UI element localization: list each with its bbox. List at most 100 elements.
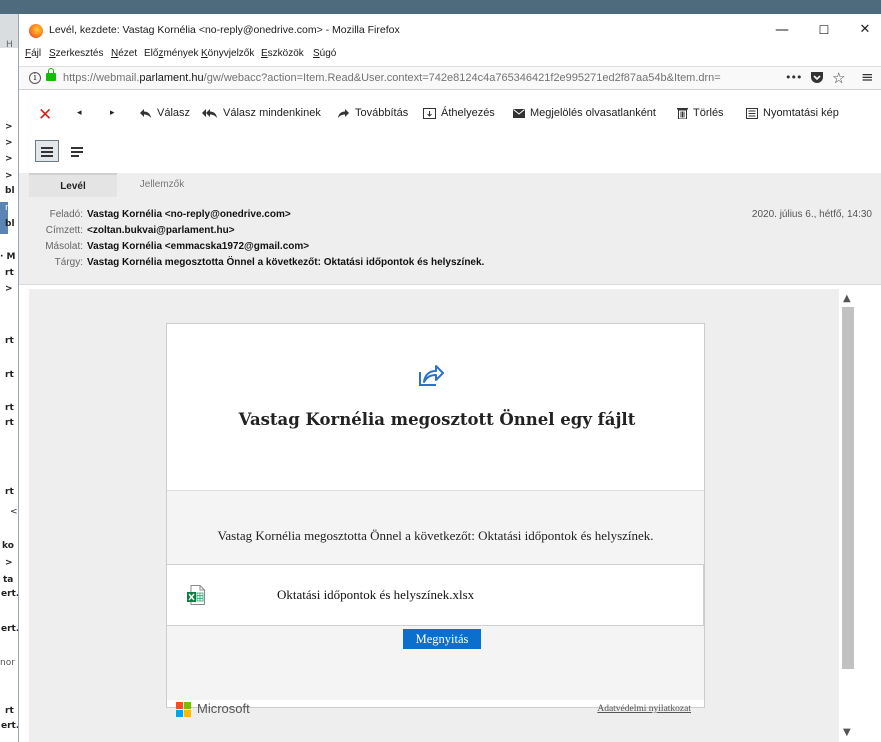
share-icon: [419, 365, 444, 386]
reply-label: Válasz: [157, 107, 191, 119]
url-bar[interactable]: i https://webmail.parlament.hu/gw/webacc…: [19, 66, 881, 90]
view-mode-plain-line: [71, 155, 79, 157]
email-body-panel: Vastag Kornélia megosztotta Önnel a köve…: [167, 491, 704, 700]
background-fragment: · M: [0, 252, 16, 262]
menu-help[interactable]: Súgó: [313, 48, 336, 59]
background-fragment: bl: [5, 219, 15, 229]
background-fragment: nor: [0, 658, 15, 668]
microsoft-logo-square: [176, 710, 183, 717]
next-message-button[interactable]: ▸: [110, 107, 115, 118]
message-toolbar: ◂ ▸ Válasz Válasz mindenkinek Továbbítás…: [19, 104, 881, 126]
menu-file[interactable]: Fájl: [25, 48, 41, 59]
background-fragment: <: [10, 507, 18, 517]
background-fragment: >: [5, 138, 13, 148]
url-path: /gw/webacc?action=Item.Read&User.context…: [203, 72, 721, 84]
pocket-icon[interactable]: [810, 71, 824, 88]
site-info-icon[interactable]: i: [29, 72, 41, 84]
reply-all-button[interactable]: Válasz mindenkinek: [202, 107, 321, 119]
background-fragment: >: [5, 122, 13, 132]
menu-help-underlined: S: [313, 48, 320, 59]
message-headers: Feladó: Vastag Kornélia <no-reply@onedri…: [19, 197, 881, 285]
microsoft-logo-square: [184, 702, 191, 709]
header-subject-label: Tárgy:: [54, 257, 83, 268]
view-mode-full-line: [41, 147, 53, 149]
background-fragment: >: [5, 154, 13, 164]
mark-unread-label: Megjelölés olvasatlanként: [530, 107, 656, 119]
view-mode-plain-button[interactable]: [65, 140, 89, 162]
header-from-value[interactable]: Vastag Kornélia <no-reply@onedrive.com>: [87, 209, 291, 220]
background-window: H > > > > bl re bl · M rt > rt rt rt rt …: [0, 14, 18, 742]
open-button[interactable]: Megnyitás: [403, 629, 481, 649]
background-fragment: re: [5, 203, 15, 213]
maximize-button[interactable]: ☐: [804, 18, 844, 42]
menu-bookmarks-underlined: K: [201, 48, 208, 59]
menu-bar: Fájl Szerkesztés Nézet Előzmények Könyvj…: [19, 48, 881, 62]
background-fragment: >: [5, 171, 13, 181]
background-fragment: >: [5, 284, 13, 294]
header-date: 2020. július 6., hétfő, 14:30: [751, 209, 872, 220]
header-subject-value: Vastag Kornélia megosztotta Önnel a köve…: [87, 257, 485, 268]
print-view-button[interactable]: Nyomtatási kép: [746, 107, 839, 119]
menu-view-rest: ézet: [118, 48, 138, 59]
more-actions-icon[interactable]: •••: [785, 71, 802, 84]
header-to-label: Címzett:: [45, 225, 83, 236]
forward-button[interactable]: Továbbítás: [337, 107, 408, 119]
move-label: Áthelyezés: [441, 107, 495, 119]
menu-tools[interactable]: Eszközök: [261, 48, 304, 59]
header-cc-label: Másolat:: [45, 241, 83, 252]
mark-unread-post: elölés olvasatlanként: [553, 107, 656, 119]
menu-tools-rest: szközök: [267, 48, 304, 59]
background-title-strip: [0, 0, 881, 14]
header-to-value[interactable]: <zoltan.bukvai@parlament.hu>: [87, 225, 235, 236]
mark-unread-button[interactable]: Megjelölés olvasatlanként: [513, 107, 656, 119]
mark-unread-pre: Meg: [530, 107, 552, 119]
menu-history-rest: mények: [163, 48, 199, 59]
scroll-up-icon[interactable]: ▲: [843, 293, 851, 304]
forward-label: Továbbítás: [355, 107, 409, 119]
background-fragment: ta: [3, 575, 14, 585]
menu-edit-rest: zerkesztés: [55, 48, 104, 59]
window-title: Levél, kezdete: Vastag Kornélia <no-repl…: [49, 24, 400, 36]
reply-button[interactable]: Válasz: [139, 107, 190, 119]
privacy-link[interactable]: Adatvédelmi nyilatkozat: [597, 704, 691, 714]
lock-icon[interactable]: [46, 68, 56, 81]
header-cc-value[interactable]: Vastag Kornélia <emmacska1972@gmail.com>: [87, 241, 309, 252]
scroll-thumb[interactable]: [842, 307, 854, 669]
email-card: Vastag Kornélia megosztott Önnel egy fáj…: [166, 323, 705, 708]
email-title: Vastag Kornélia megosztott Önnel egy fáj…: [238, 410, 636, 429]
pocket-icon-graphic: [811, 72, 823, 83]
app-menu-icon[interactable]: ≡: [861, 68, 874, 86]
print-icon: [746, 107, 758, 119]
delete-button[interactable]: Törlés: [677, 107, 724, 119]
menu-edit[interactable]: Szerkesztés: [49, 48, 103, 59]
firefox-window: Levél, kezdete: Vastag Kornélia <no-repl…: [18, 14, 881, 742]
url-prefix: https://webmail.: [63, 72, 140, 84]
trash-icon: [677, 108, 688, 119]
menu-view[interactable]: Nézet: [111, 48, 137, 59]
file-attachment[interactable]: Oktatási időpontok és helyszínek.xlsx: [167, 564, 704, 626]
close-button[interactable]: ✕: [845, 18, 881, 42]
background-fragment: ert.: [1, 721, 18, 731]
move-folder-icon: [423, 107, 436, 119]
background-fragment: ert.: [1, 624, 18, 634]
view-mode-full-button[interactable]: [35, 140, 59, 162]
menu-bookmarks[interactable]: Könyvjelzők: [201, 48, 254, 59]
menu-help-rest: úgó: [319, 48, 337, 59]
previous-message-button[interactable]: ◂: [77, 107, 82, 118]
bookmark-star-icon[interactable]: ☆: [832, 69, 845, 87]
menu-history[interactable]: Előzmények: [144, 48, 198, 59]
delete-label: Törlés: [693, 107, 724, 119]
title-bar[interactable]: Levél, kezdete: Vastag Kornélia <no-repl…: [19, 14, 881, 48]
file-name[interactable]: Oktatási időpontok és helyszínek.xlsx: [277, 587, 474, 603]
url-text[interactable]: https://webmail.parlament.hu/gw/webacc?a…: [63, 72, 763, 84]
minimize-button[interactable]: —: [762, 18, 802, 42]
menu-bookmarks-rest: önyvjelzők: [207, 48, 255, 59]
move-button[interactable]: Áthelyezés: [423, 107, 495, 119]
scroll-down-icon[interactable]: ▼: [843, 727, 851, 738]
tab-message[interactable]: Levél: [29, 173, 117, 197]
tab-properties[interactable]: Jellemzők: [117, 173, 207, 197]
view-mode-plain-line: [71, 151, 83, 153]
background-fragment: bl: [5, 186, 15, 196]
message-scrollbar[interactable]: ▲ ▼: [839, 289, 857, 742]
microsoft-logo-square: [176, 702, 183, 709]
